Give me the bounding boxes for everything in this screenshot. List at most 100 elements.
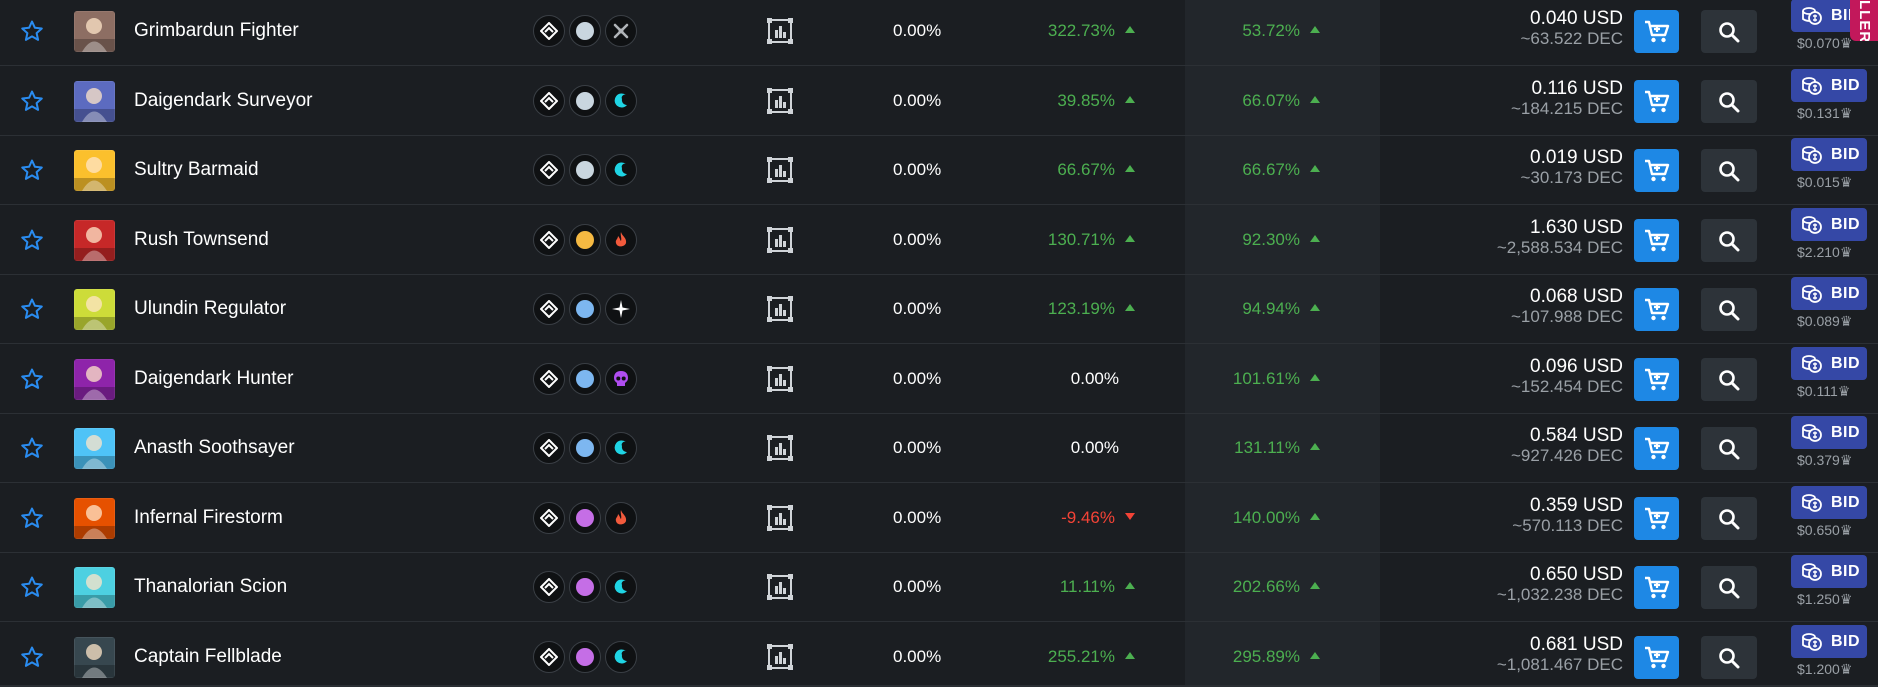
table-row[interactable]: Anasth Soothsayer 0.00% 0.00% 131.11% 0.…	[0, 414, 1878, 483]
table-row[interactable]: Ulundin Regulator 0.00% 123.19% 94.94% 0…	[0, 275, 1878, 344]
search-listings-button[interactable]	[1701, 149, 1757, 192]
card-name[interactable]: Rush Townsend	[134, 229, 269, 251]
price-chart-icon[interactable]	[767, 505, 793, 531]
price-chart-icon[interactable]	[767, 18, 793, 44]
price-chart-icon[interactable]	[767, 574, 793, 600]
price-chart-icon[interactable]	[767, 644, 793, 670]
card-name[interactable]: Ulundin Regulator	[134, 298, 286, 320]
bid-button[interactable]: BID	[1791, 277, 1867, 310]
top-bid-price: $0.650♛	[1797, 522, 1853, 538]
search-listings-button[interactable]	[1701, 80, 1757, 123]
card-name[interactable]: Grimbardun Fighter	[134, 20, 299, 42]
change-col-3: 66.07%	[1120, 91, 1320, 111]
top-bid-price: $0.131♛	[1797, 105, 1853, 121]
price-usd: 0.068 USD	[1530, 286, 1623, 307]
edition-icon	[533, 85, 565, 117]
search-listings-button[interactable]	[1701, 288, 1757, 331]
buy-cart-button[interactable]	[1634, 80, 1679, 123]
search-listings-button[interactable]	[1701, 566, 1757, 609]
bid-button[interactable]: BID	[1791, 486, 1867, 519]
favorite-star-icon[interactable]	[20, 367, 44, 391]
price-chart-icon[interactable]	[767, 435, 793, 461]
card-avatar[interactable]	[74, 150, 115, 191]
table-row[interactable]: Infernal Firestorm 0.00% -9.46% 140.00% …	[0, 484, 1878, 553]
crown-icon: ♛	[1839, 661, 1853, 677]
buy-cart-button[interactable]	[1634, 10, 1679, 53]
change-col-1: 0.00%	[893, 577, 942, 596]
buy-cart-button[interactable]	[1634, 636, 1679, 679]
card-name[interactable]: Captain Fellblade	[134, 646, 282, 668]
card-avatar[interactable]	[74, 81, 115, 122]
buy-cart-button[interactable]	[1634, 497, 1679, 540]
favorite-star-icon[interactable]	[20, 297, 44, 321]
fire-icon	[605, 224, 637, 256]
table-row[interactable]: Sultry Barmaid 0.00% 66.67% 66.67% 0.019…	[0, 136, 1878, 205]
favorite-star-icon[interactable]	[20, 436, 44, 460]
card-name[interactable]: Infernal Firestorm	[134, 507, 283, 529]
search-icon	[1719, 21, 1740, 42]
price-chart-icon[interactable]	[767, 88, 793, 114]
card-avatar[interactable]	[74, 289, 115, 330]
price-chart-icon[interactable]	[767, 157, 793, 183]
bid-button[interactable]: BID	[1791, 416, 1867, 449]
card-avatar[interactable]	[74, 567, 115, 608]
favorite-star-icon[interactable]	[20, 19, 44, 43]
search-icon	[1719, 647, 1740, 668]
cart-icon	[1644, 159, 1669, 181]
favorite-star-icon[interactable]	[20, 89, 44, 113]
favorite-star-icon[interactable]	[20, 645, 44, 669]
card-name[interactable]: Daigendark Surveyor	[134, 90, 312, 112]
buy-cart-button[interactable]	[1634, 219, 1679, 262]
card-name[interactable]: Anasth Soothsayer	[134, 437, 295, 459]
price-block: 0.019 USD ~30.173 DEC	[1363, 147, 1623, 188]
table-row[interactable]: Thanalorian Scion 0.00% 11.11% 202.66% 0…	[0, 553, 1878, 622]
price-chart-icon[interactable]	[767, 296, 793, 322]
bid-label: BID	[1831, 562, 1861, 580]
bid-button[interactable]: BID	[1791, 625, 1867, 658]
card-avatar[interactable]	[74, 359, 115, 400]
bid-button[interactable]: BID	[1791, 555, 1867, 588]
card-name[interactable]: Daigendark Hunter	[134, 368, 293, 390]
table-row[interactable]: Daigendark Surveyor 0.00% 39.85% 66.07% …	[0, 67, 1878, 136]
card-avatar[interactable]	[74, 220, 115, 261]
table-row[interactable]: Captain Fellblade 0.00% 255.21% 295.89% …	[0, 623, 1878, 687]
card-avatar[interactable]	[74, 637, 115, 678]
side-tab-sellers[interactable]: LLERS	[1850, 0, 1878, 41]
card-avatar[interactable]	[74, 11, 115, 52]
card-avatar[interactable]	[74, 498, 115, 539]
price-usd: 0.584 USD	[1530, 425, 1623, 446]
price-dec: ~184.215 DEC	[1511, 99, 1623, 118]
cart-icon	[1644, 229, 1669, 251]
buy-cart-button[interactable]	[1634, 566, 1679, 609]
buy-cart-button[interactable]	[1634, 149, 1679, 192]
top-bid-price: $0.015♛	[1797, 174, 1853, 190]
change-col-2: 322.73%	[935, 21, 1135, 41]
favorite-star-icon[interactable]	[20, 158, 44, 182]
price-block: 0.116 USD ~184.215 DEC	[1363, 78, 1623, 119]
search-listings-button[interactable]	[1701, 10, 1757, 53]
favorite-star-icon[interactable]	[20, 228, 44, 252]
favorite-star-icon[interactable]	[20, 575, 44, 599]
search-listings-button[interactable]	[1701, 636, 1757, 679]
search-listings-button[interactable]	[1701, 427, 1757, 470]
bid-button[interactable]: BID	[1791, 347, 1867, 380]
buy-cart-button[interactable]	[1634, 288, 1679, 331]
bid-button[interactable]: BID	[1791, 69, 1867, 102]
card-name[interactable]: Sultry Barmaid	[134, 159, 259, 181]
search-listings-button[interactable]	[1701, 358, 1757, 401]
table-row[interactable]: Rush Townsend 0.00% 130.71% 92.30% 1.630…	[0, 206, 1878, 275]
price-chart-icon[interactable]	[767, 227, 793, 253]
card-name[interactable]: Thanalorian Scion	[134, 576, 287, 598]
search-listings-button[interactable]	[1701, 497, 1757, 540]
favorite-star-icon[interactable]	[20, 506, 44, 530]
water-wave-icon	[605, 432, 637, 464]
buy-cart-button[interactable]	[1634, 427, 1679, 470]
card-avatar[interactable]	[74, 428, 115, 469]
bid-button[interactable]: BID	[1791, 138, 1867, 171]
bid-button[interactable]: BID	[1791, 208, 1867, 241]
table-row[interactable]: Grimbardun Fighter 0.00% 322.73% 53.72% …	[0, 0, 1878, 66]
search-listings-button[interactable]	[1701, 219, 1757, 262]
table-row[interactable]: Daigendark Hunter 0.00% 0.00% 101.61% 0.…	[0, 345, 1878, 414]
price-chart-icon[interactable]	[767, 366, 793, 392]
buy-cart-button[interactable]	[1634, 358, 1679, 401]
